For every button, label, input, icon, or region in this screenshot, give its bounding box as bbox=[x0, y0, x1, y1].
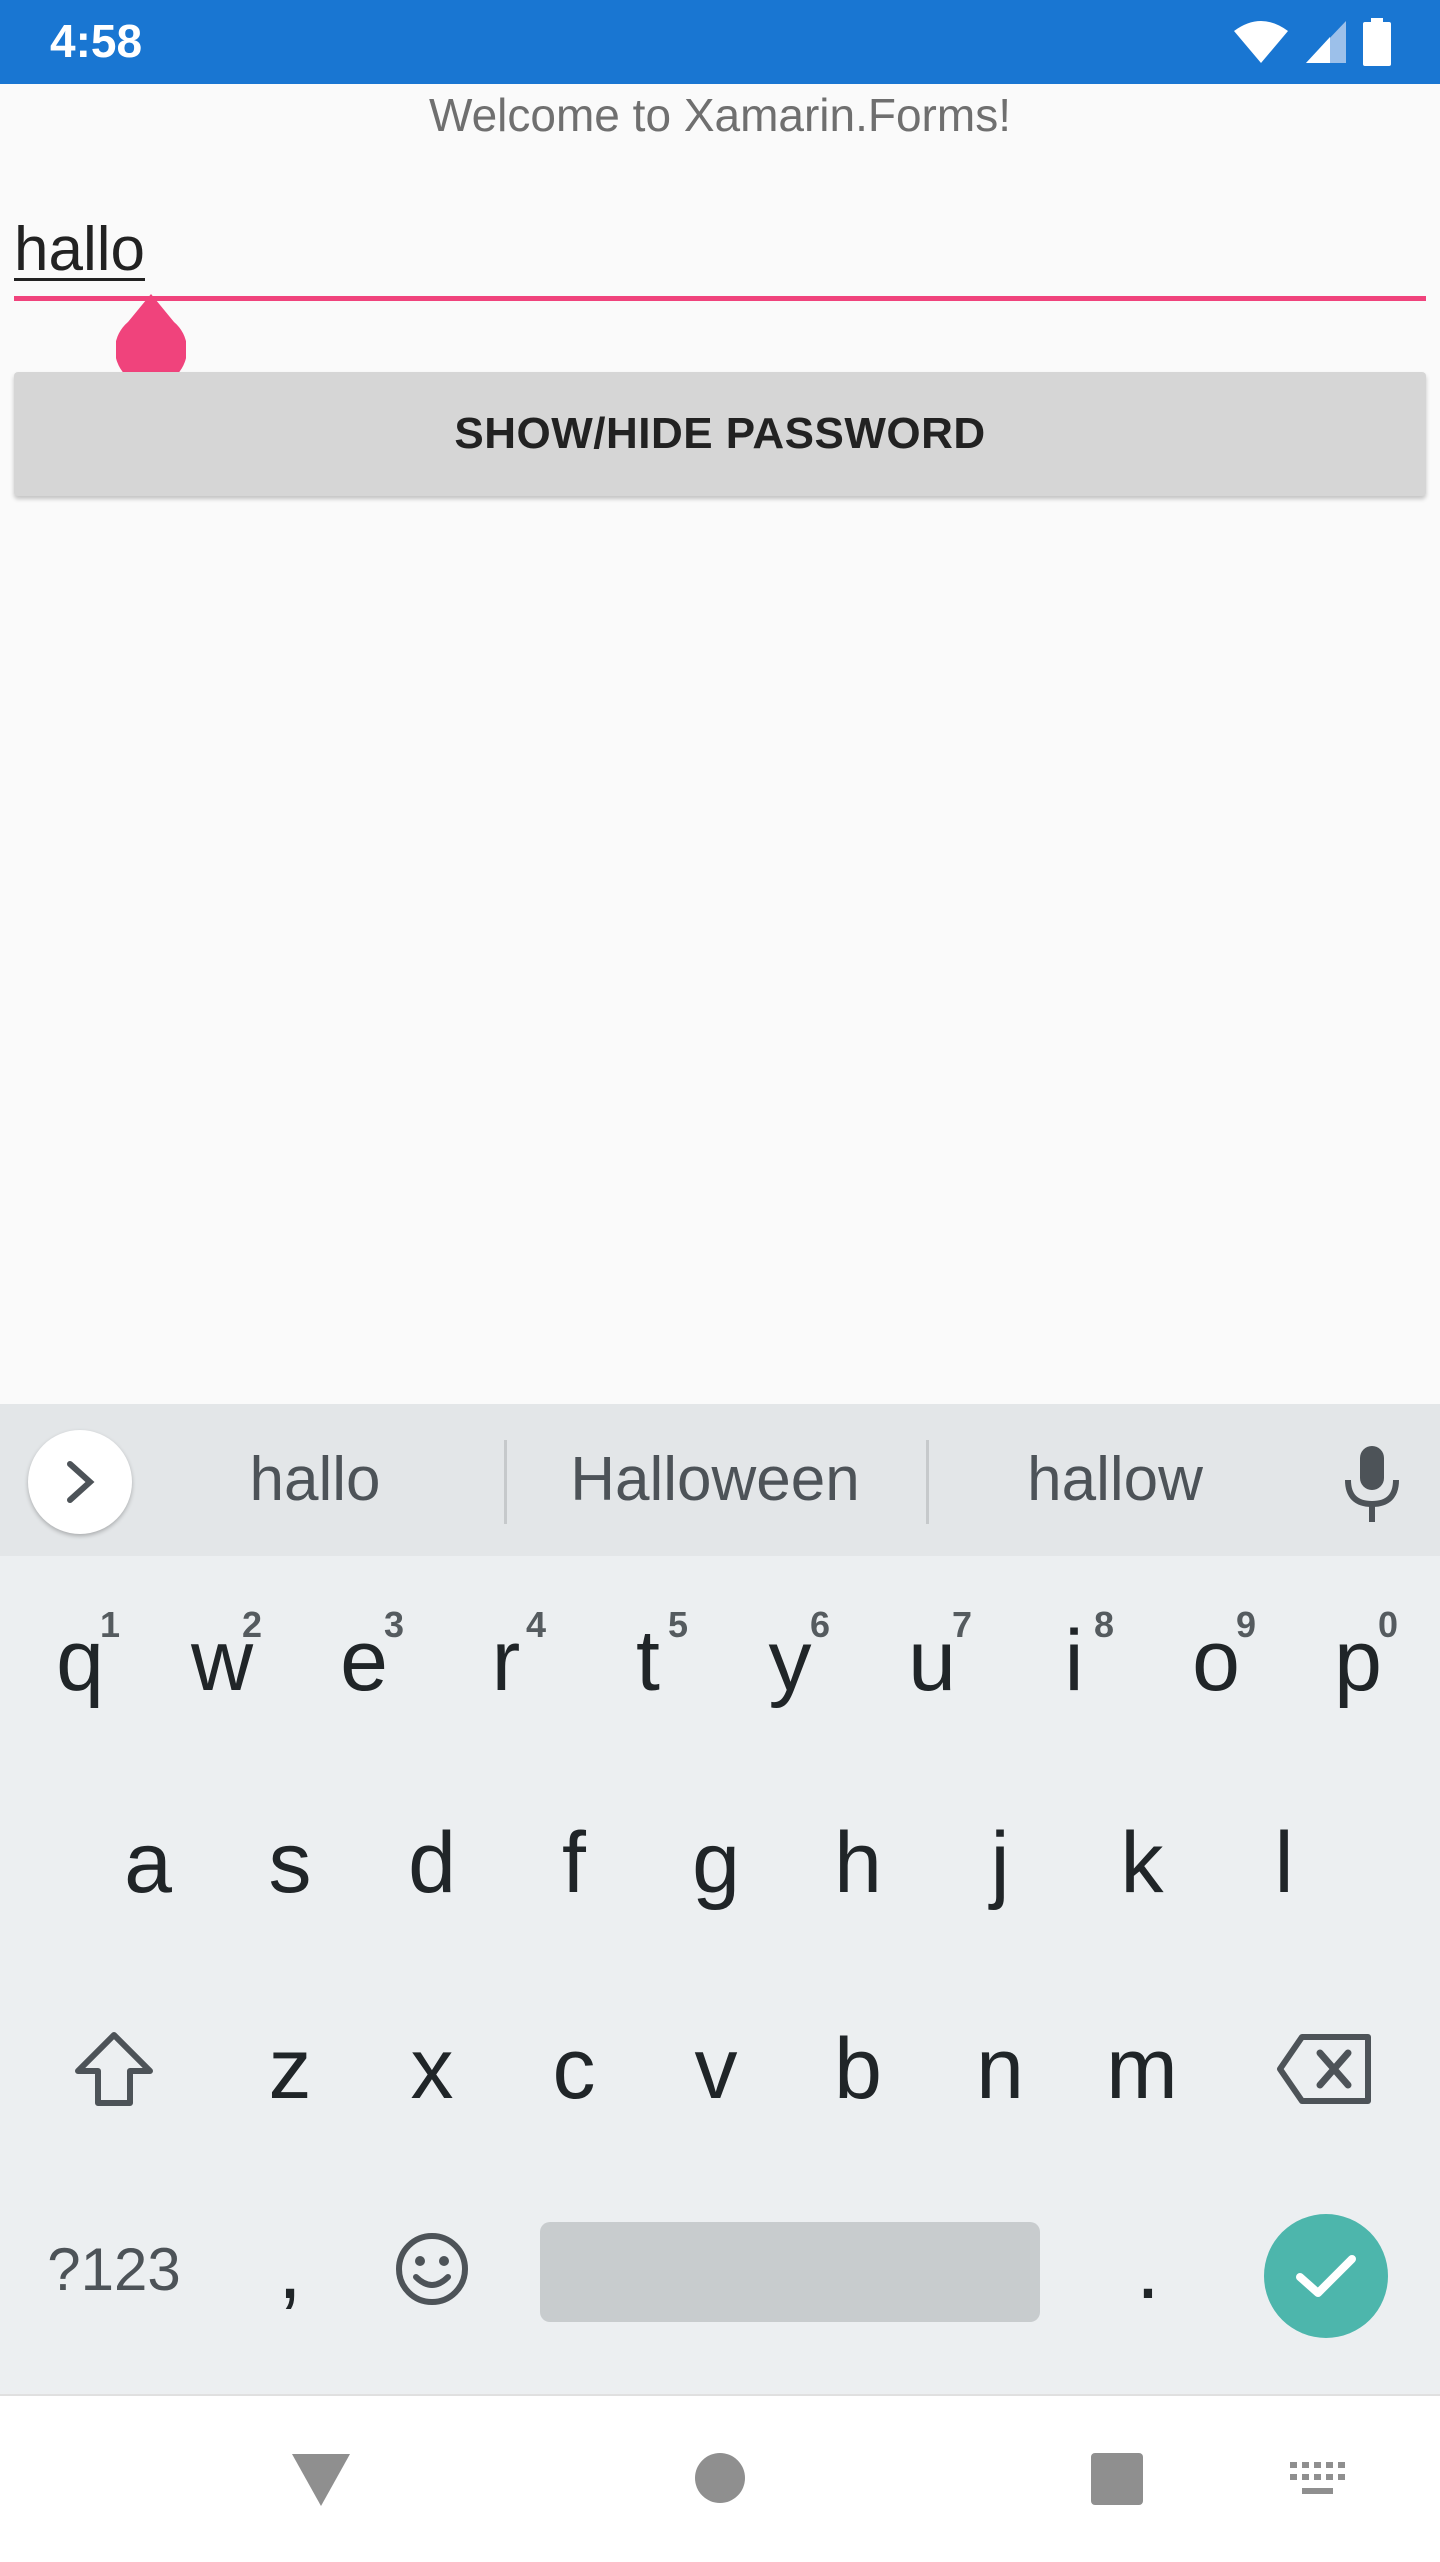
key-n[interactable]: n bbox=[930, 1994, 1070, 2144]
suggestion-2[interactable]: Halloween bbox=[530, 1444, 900, 1515]
suggestion-divider bbox=[926, 1440, 929, 1524]
key-l[interactable]: l bbox=[1214, 1788, 1354, 1938]
key-e[interactable]: e3 bbox=[294, 1586, 434, 1736]
key-s[interactable]: s bbox=[220, 1788, 360, 1938]
key-o[interactable]: o9 bbox=[1146, 1586, 1286, 1736]
key-c[interactable]: c bbox=[504, 1994, 644, 2144]
key-x[interactable]: x bbox=[362, 1994, 502, 2144]
key-m[interactable]: m bbox=[1072, 1994, 1212, 2144]
keyboard-switch-icon[interactable] bbox=[1290, 2460, 1346, 2500]
check-icon bbox=[1296, 2255, 1356, 2297]
key-z[interactable]: z bbox=[220, 1994, 360, 2144]
recents-icon[interactable] bbox=[1090, 2452, 1144, 2506]
suggestion-3[interactable]: hallow bbox=[950, 1444, 1280, 1515]
back-icon[interactable] bbox=[290, 2452, 352, 2508]
period-key[interactable]: . bbox=[1078, 2194, 1218, 2344]
signal-icon bbox=[1306, 21, 1346, 63]
backspace-key[interactable] bbox=[1254, 1994, 1394, 2144]
soft-keyboard: hallo Halloween hallow q1 w2 e3 r4 t5 y6… bbox=[0, 1404, 1440, 2394]
key-v[interactable]: v bbox=[646, 1994, 786, 2144]
navigation-bar bbox=[0, 2394, 1440, 2562]
microphone-icon[interactable] bbox=[1340, 1444, 1404, 1524]
emoji-key[interactable] bbox=[362, 2194, 502, 2344]
expand-toolbar-button[interactable] bbox=[28, 1430, 132, 1534]
suggestion-1[interactable]: hallo bbox=[200, 1444, 430, 1515]
key-p[interactable]: p0 bbox=[1288, 1586, 1428, 1736]
key-y[interactable]: y6 bbox=[720, 1586, 860, 1736]
key-g[interactable]: g bbox=[646, 1788, 786, 1938]
key-f[interactable]: f bbox=[504, 1788, 644, 1938]
key-b[interactable]: b bbox=[788, 1994, 928, 2144]
battery-icon bbox=[1363, 18, 1391, 66]
comma-key[interactable]: , bbox=[220, 2194, 360, 2344]
key-u[interactable]: u7 bbox=[862, 1586, 1002, 1736]
suggestion-divider bbox=[504, 1440, 507, 1524]
key-q[interactable]: q1 bbox=[10, 1586, 150, 1736]
done-key[interactable] bbox=[1264, 2214, 1388, 2338]
home-icon[interactable] bbox=[694, 2452, 746, 2504]
key-h[interactable]: h bbox=[788, 1788, 928, 1938]
key-w[interactable]: w2 bbox=[152, 1586, 292, 1736]
wifi-icon bbox=[1234, 21, 1288, 63]
status-icons bbox=[1232, 18, 1392, 66]
key-k[interactable]: k bbox=[1072, 1788, 1212, 1938]
backspace-icon bbox=[1277, 2034, 1371, 2104]
show-hide-password-button[interactable]: SHOW/HIDE PASSWORD bbox=[14, 372, 1426, 496]
key-r[interactable]: r4 bbox=[436, 1586, 576, 1736]
key-j[interactable]: j bbox=[930, 1788, 1070, 1938]
space-key[interactable] bbox=[540, 2222, 1040, 2322]
password-entry[interactable]: hallo bbox=[14, 208, 1426, 301]
welcome-label: Welcome to Xamarin.Forms! bbox=[429, 89, 1011, 141]
emoji-icon bbox=[396, 2233, 468, 2305]
shift-key[interactable] bbox=[44, 1994, 184, 2144]
text-cursor-handle[interactable] bbox=[116, 292, 186, 374]
entry-underline bbox=[14, 296, 1426, 301]
status-time: 4:58 bbox=[50, 15, 143, 67]
shift-icon bbox=[75, 2032, 153, 2106]
key-i[interactable]: i8 bbox=[1004, 1586, 1144, 1736]
key-a[interactable]: a bbox=[78, 1788, 218, 1938]
status-bar: 4:58 bbox=[0, 0, 1440, 84]
symbols-key[interactable]: ?123 bbox=[42, 2194, 186, 2344]
entry-text[interactable]: hallo bbox=[14, 214, 145, 285]
key-t[interactable]: t5 bbox=[578, 1586, 718, 1736]
suggestion-strip: hallo Halloween hallow bbox=[0, 1404, 1440, 1556]
chevron-right-icon bbox=[67, 1461, 95, 1503]
key-d[interactable]: d bbox=[362, 1788, 502, 1938]
